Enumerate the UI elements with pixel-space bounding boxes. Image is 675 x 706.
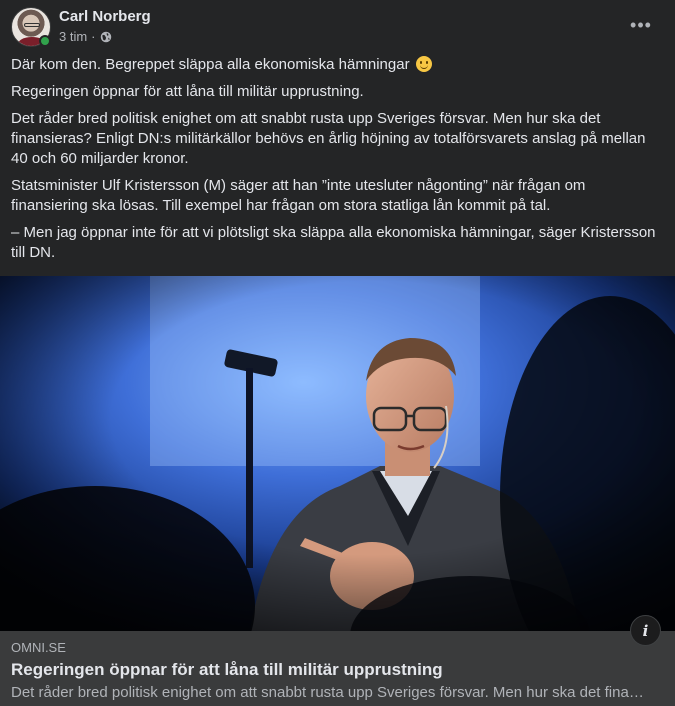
link-preview-image[interactable]	[0, 276, 675, 631]
post-paragraph: Regeringen öppnar för att låna till mili…	[11, 83, 364, 100]
post-paragraph-text: Där kom den. Begreppet släppa alla ekono…	[11, 56, 410, 73]
globe-icon[interactable]	[100, 31, 112, 43]
author-name[interactable]: Carl Norberg	[59, 8, 151, 25]
info-icon: i	[642, 621, 649, 640]
post-time[interactable]: 3 tim	[59, 29, 87, 44]
post-paragraph: Där kom den. Begreppet släppa alla ekono…	[11, 55, 661, 75]
post-header: Carl Norberg 3 tim · •••	[0, 0, 675, 52]
link-description: Det råder bred politisk enighet om att s…	[11, 684, 646, 701]
post-paragraph: Statsminister Ulf Kristersson (M) säger …	[11, 177, 586, 214]
link-title[interactable]: Regeringen öppnar för att låna till mili…	[11, 660, 443, 680]
speaker-photo	[0, 276, 675, 631]
avatar-glasses	[24, 23, 40, 27]
meta-separator: ·	[91, 29, 96, 44]
online-status-indicator	[39, 35, 51, 47]
post-text: Där kom den. Begreppet släppa alla ekono…	[11, 55, 661, 270]
post-paragraph: – Men jag öppnar inte för att vi plötsli…	[11, 224, 656, 261]
link-domain: OMNI.SE	[11, 640, 66, 655]
more-options-button[interactable]: •••	[623, 12, 659, 38]
more-options-icon: •••	[630, 14, 652, 35]
link-preview-footer[interactable]: OMNI.SE Regeringen öppnar för att låna t…	[0, 631, 675, 706]
slightly-smiling-face-icon	[415, 56, 432, 72]
post-paragraph: Det råder bred politisk enighet om att s…	[11, 110, 646, 167]
info-button[interactable]: i	[630, 615, 661, 646]
post-meta: 3 tim ·	[59, 29, 112, 44]
